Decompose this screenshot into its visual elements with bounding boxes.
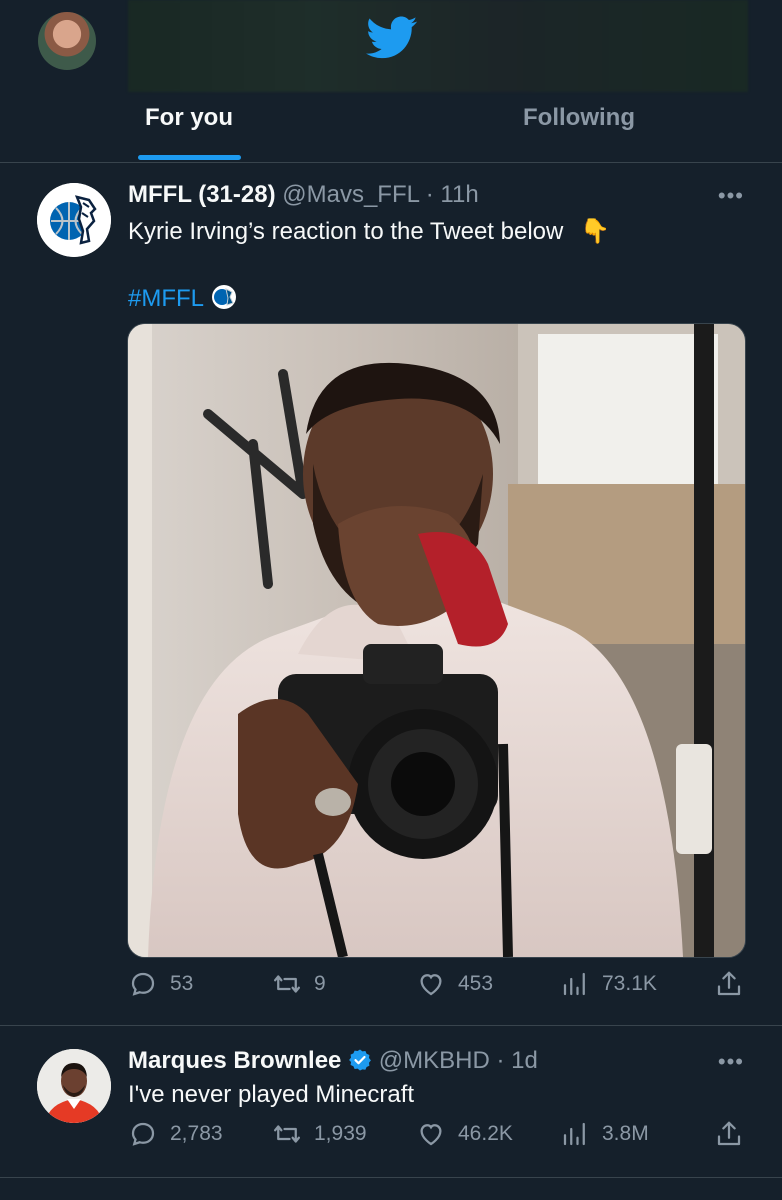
views-button[interactable]: 3.8M: [560, 1119, 649, 1149]
tweet-actions: 2,783 1,939 46.2K 3.8M: [0, 1119, 782, 1159]
author-handle[interactable]: @Mavs_FFL: [282, 181, 419, 208]
view-count: 73.1K: [602, 972, 657, 995]
tweet-mffl[interactable]: MFFL (31-28) @Mavs_FFL · 11h ••• Kyrie I…: [0, 163, 782, 1026]
tweet-text-content: Kyrie Irving’s reaction to the Tweet bel…: [128, 218, 564, 245]
heart-icon: [420, 1124, 442, 1146]
mavs-hashflag-icon: [211, 285, 236, 309]
mkbhd-portrait: [37, 1049, 111, 1123]
share-button[interactable]: [714, 969, 744, 1004]
blurred-banner: [128, 0, 748, 92]
tab-for-you[interactable]: For you: [145, 104, 233, 132]
reply-icon: [131, 972, 155, 996]
tweet-mkbhd[interactable]: Marques Brownlee @MKBHD · 1d ••• I've ne…: [0, 1027, 782, 1178]
verified-badge-icon: [349, 1049, 371, 1071]
like-count: 453: [458, 972, 494, 995]
retweet-icon: [274, 975, 300, 993]
active-tab-indicator: [138, 155, 241, 160]
author-name[interactable]: MFFL (31-28): [128, 181, 276, 208]
hashtag-text[interactable]: #MFFL: [128, 285, 203, 312]
more-options-button[interactable]: •••: [718, 183, 744, 209]
author-handle[interactable]: @MKBHD: [379, 1047, 490, 1074]
tweet-actions: 53 9 453 73.1K: [0, 969, 782, 1009]
tweet-time[interactable]: · 1d: [496, 1047, 537, 1074]
reply-button[interactable]: 2,783: [128, 1119, 223, 1149]
kyrie-camera-photo: [128, 324, 745, 957]
share-icon: [717, 1121, 741, 1146]
top-bar: For you Following: [0, 0, 782, 163]
tweet-header: MFFL (31-28) @Mavs_FFL · 11h: [128, 181, 479, 209]
more-options-button[interactable]: •••: [718, 1049, 744, 1075]
view-count: 3.8M: [602, 1122, 649, 1145]
tweet-text: Kyrie Irving’s reaction to the Tweet bel…: [128, 217, 610, 246]
like-count: 46.2K: [458, 1122, 513, 1145]
retweet-button[interactable]: 9: [272, 969, 326, 999]
reply-count: 53: [170, 972, 194, 995]
share-icon: [717, 971, 741, 996]
mavericks-logo-icon: [37, 183, 111, 257]
profile-avatar[interactable]: [38, 12, 96, 70]
heart-icon: [420, 974, 442, 996]
mkbhd-avatar[interactable]: [37, 1049, 111, 1123]
like-button[interactable]: 453: [416, 969, 493, 999]
retweet-button[interactable]: 1,939: [272, 1119, 367, 1149]
retweet-icon: [274, 1125, 300, 1143]
analytics-icon: [563, 1122, 585, 1146]
retweet-count: 1,939: [314, 1122, 367, 1145]
analytics-icon: [563, 972, 585, 996]
retweet-count: 9: [314, 972, 326, 995]
tweet-time[interactable]: · 11h: [426, 181, 479, 208]
tweet-media-photo[interactable]: [127, 323, 746, 958]
views-button[interactable]: 73.1K: [560, 969, 657, 999]
tweet-header: Marques Brownlee @MKBHD · 1d: [128, 1047, 538, 1075]
like-button[interactable]: 46.2K: [416, 1119, 513, 1149]
reply-button[interactable]: 53: [128, 969, 193, 999]
tab-following[interactable]: Following: [523, 104, 635, 132]
reply-icon: [131, 1122, 155, 1146]
pointing-down-emoji: 👇: [580, 218, 610, 245]
tweet-text: I've never played Minecraft: [128, 1081, 415, 1108]
twitter-bird-icon[interactable]: [366, 16, 418, 60]
share-button[interactable]: [714, 1119, 744, 1154]
mffl-avatar[interactable]: [37, 183, 111, 257]
reply-count: 2,783: [170, 1122, 223, 1145]
author-name[interactable]: Marques Brownlee: [128, 1047, 341, 1074]
hashtag-link[interactable]: #MFFL: [128, 283, 238, 313]
